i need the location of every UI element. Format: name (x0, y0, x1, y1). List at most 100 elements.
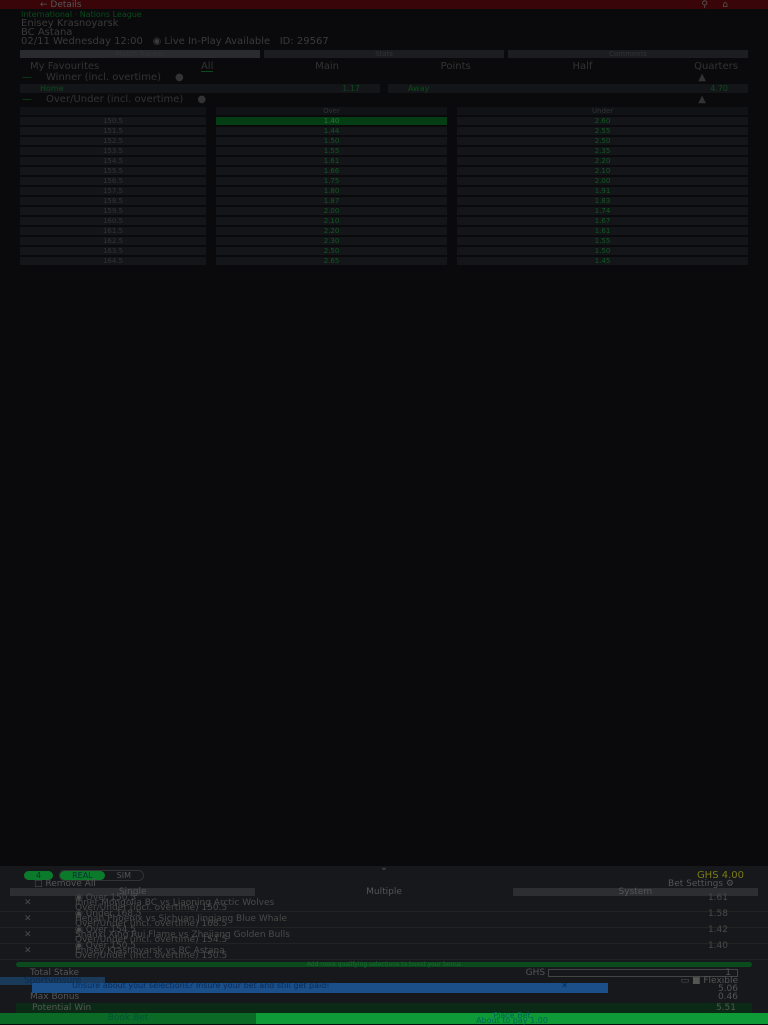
tab-points[interactable]: Points (441, 61, 471, 72)
tab-multiple[interactable]: Multiple (261, 888, 507, 897)
flexible-checkbox[interactable]: ■ (692, 976, 701, 986)
star-icon[interactable]: ▲ (698, 94, 706, 105)
close-icon[interactable]: ✕ (561, 982, 568, 993)
bet-slip: ⌄ 4 REAL SIM GHS 4.00 □ Remove All Bet Set… (0, 863, 768, 1024)
potential-win: Potential Win 5.51 (16, 1003, 752, 1013)
line: 164.5 (20, 257, 206, 265)
place-bet-button[interactable]: Place Bet About to pay 1.00 (256, 1012, 768, 1025)
ou-row: 164.5 2.65 1.45 (20, 257, 748, 265)
over-odds[interactable]: 1.66 (216, 167, 448, 175)
market: Over/Under (incl. overtime) 154.5 (75, 935, 228, 945)
over-odds[interactable]: 1.75 (216, 177, 448, 185)
remove-selection-icon[interactable]: ✕ (10, 944, 75, 959)
under-odds[interactable]: 1.74 (457, 207, 748, 215)
under-odds[interactable]: 2.10 (457, 167, 748, 175)
label: Away (408, 84, 430, 93)
star-icon[interactable]: ▲ (698, 72, 706, 83)
tab-quarters[interactable]: Quarters (694, 61, 738, 72)
bet-settings-button[interactable]: Bet Settings ⚙ (668, 880, 734, 889)
event-datetime: 02/11 Wednesday 12:00 (21, 36, 143, 47)
label: Home (40, 84, 64, 93)
ou-row: 151.5 1.44 2.55 (20, 127, 748, 135)
under-odds[interactable]: 1.67 (457, 217, 748, 225)
over-odds[interactable]: 1.55 (216, 147, 448, 155)
search-icon[interactable]: ⚲ (701, 0, 708, 10)
under-odds[interactable]: 2.60 (457, 117, 748, 125)
ou-row: 152.5 1.50 2.50 (20, 137, 748, 145)
ou-row: 160.5 2.10 1.67 (20, 217, 748, 225)
remove-all-button[interactable]: □ Remove All (34, 880, 96, 889)
tooltip-text: Unsure about your selections? Insure you… (72, 981, 330, 990)
over-odds[interactable]: 2.20 (216, 227, 448, 235)
tab-half[interactable]: Half (572, 61, 592, 72)
over-odds[interactable]: 1.87 (216, 197, 448, 205)
under-odds[interactable]: 1.45 (457, 257, 748, 265)
ou-row: 150.5 1.40 2.60 (20, 117, 748, 125)
over-odds[interactable]: 2.65 (216, 257, 448, 265)
under-odds[interactable]: 2.35 (457, 147, 748, 155)
remove-selection-icon[interactable]: ✕ (10, 896, 75, 911)
tab-match-tracker[interactable]: Match Tracker (20, 50, 260, 58)
over-under-table: Over Under 150.5 1.40 2.60 151.5 1.44 2.55 152.… (20, 105, 748, 267)
back-button[interactable]: ← Details (40, 0, 82, 10)
line: 161.5 (20, 227, 206, 235)
line: 160.5 (20, 217, 206, 225)
market: Over/Under (incl. overtime) 150.5 (75, 903, 228, 913)
col-over: Over (216, 107, 448, 115)
book-bet-button[interactable]: Book Bet (0, 1013, 256, 1024)
sim-option[interactable]: SIM (105, 871, 143, 880)
tab-main[interactable]: Main (315, 61, 339, 72)
over-odds[interactable]: 1.61 (216, 157, 448, 165)
tab-my-favourites[interactable]: My Favourites (30, 61, 99, 72)
over-odds[interactable]: 2.30 (216, 237, 448, 245)
line: 162.5 (20, 237, 206, 245)
over-odds[interactable]: 1.44 (216, 127, 448, 135)
breadcrumb[interactable]: International · Nations League (21, 10, 747, 19)
insure-checkbox[interactable]: ▭ (681, 976, 690, 986)
over-odds[interactable]: 2.50 (216, 247, 448, 255)
info-icon[interactable]: ● (175, 72, 184, 83)
insure-tooltip: Unsure about your selections? Insure you… (32, 981, 608, 993)
odds: 4.70 (710, 84, 728, 93)
under-odds[interactable]: 2.20 (457, 157, 748, 165)
over-odds[interactable]: 1.50 (216, 137, 448, 145)
market-header-winner[interactable]: — Winner (incl. overtime) ● ▲ (0, 72, 768, 83)
under-odds[interactable]: 2.00 (457, 177, 748, 185)
odds: 1.42 (707, 925, 728, 935)
remove-selection-icon[interactable]: ✕ (10, 912, 75, 927)
line: 152.5 (20, 137, 206, 145)
sublabel: About to pay 1.00 (476, 1016, 548, 1025)
page-title: Details (50, 0, 82, 10)
currency: GHS (525, 968, 546, 978)
line: 150.5 (20, 117, 206, 125)
over-odds[interactable]: 1.40 (216, 117, 448, 125)
market-header-over-under[interactable]: — Over/Under (incl. overtime) ● ▲ (0, 94, 768, 105)
tab-all[interactable]: All (200, 61, 214, 72)
under-odds[interactable]: 1.55 (457, 237, 748, 245)
ou-row: 158.5 1.87 1.83 (20, 197, 748, 205)
info-icon[interactable]: ● (197, 94, 206, 105)
market: Over/Under (incl. overtime) 150.5 (75, 951, 228, 961)
ou-row: 157.5 1.80 1.91 (20, 187, 748, 195)
under-odds[interactable]: 1.61 (457, 227, 748, 235)
under-odds[interactable]: 2.55 (457, 127, 748, 135)
home-icon[interactable]: ⌂ (722, 0, 728, 10)
under-odds[interactable]: 1.50 (457, 247, 748, 255)
market: Over/Under (incl. overtime) 168.5 (75, 919, 228, 929)
top-bar: ← Details ⚲ ⌂ (0, 0, 768, 10)
winner-away-odds[interactable]: Away 4.70 (388, 84, 748, 93)
max-bonus-value: 0.46 (717, 992, 738, 1002)
under-odds[interactable]: 1.91 (457, 187, 748, 195)
tab-comments[interactable]: Comments (508, 50, 748, 58)
over-odds[interactable]: 1.80 (216, 187, 448, 195)
tab-stats[interactable]: Stats (264, 50, 504, 58)
over-odds[interactable]: 2.00 (216, 207, 448, 215)
ou-row: 155.5 1.66 2.10 (20, 167, 748, 175)
remove-selection-icon[interactable]: ✕ (10, 928, 75, 943)
winner-home-odds[interactable]: Home 1.17 (20, 84, 380, 93)
odds: 1.58 (707, 909, 728, 919)
under-odds[interactable]: 2.50 (457, 137, 748, 145)
under-odds[interactable]: 1.83 (457, 197, 748, 205)
ou-row: 163.5 2.50 1.50 (20, 247, 748, 255)
over-odds[interactable]: 2.10 (216, 217, 448, 225)
